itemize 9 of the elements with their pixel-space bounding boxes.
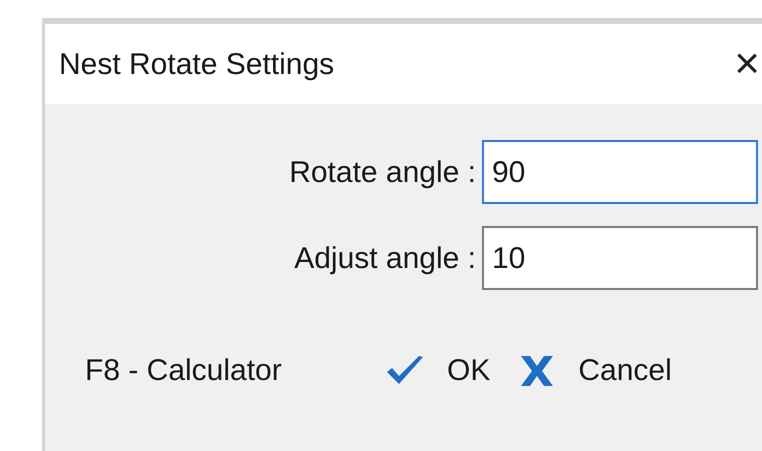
window-title: Nest Rotate Settings (59, 46, 334, 82)
calculator-hint: F8 - Calculator (85, 353, 283, 389)
input-field[interactable]: 90 (482, 140, 758, 204)
close-button[interactable]: × (734, 42, 762, 86)
field-label: Rotate angle : (288, 154, 477, 190)
field-label: Adjust angle : (293, 240, 477, 276)
input-field[interactable]: 10 (482, 226, 758, 290)
ok-button[interactable]: OK (385, 348, 490, 393)
cancel-button[interactable]: Cancel (518, 348, 672, 393)
